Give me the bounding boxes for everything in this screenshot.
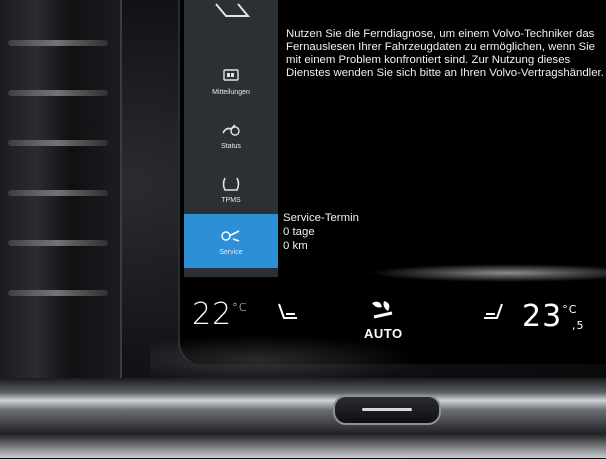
tire-pressure-icon <box>222 177 240 191</box>
home-button[interactable] <box>333 395 441 425</box>
driver-temperature[interactable]: 22°C <box>192 297 247 332</box>
passenger-temperature[interactable]: 23°C ,5 <box>522 299 584 334</box>
sidebar-item-tpms[interactable]: TPMS <box>184 162 278 216</box>
service-wrench-icon <box>221 229 240 242</box>
sidebar-item-mitteilungen[interactable]: Mitteilungen <box>184 54 278 108</box>
passenger-temp-value: 23 <box>522 299 563 334</box>
dashboard-chrome-trim <box>0 378 606 458</box>
service-days: 0 tage <box>283 226 315 238</box>
driver-temp-value: 22 <box>192 297 233 332</box>
passenger-temp-decimal: ,5 <box>572 319 585 332</box>
screen-reflection <box>150 335 420 385</box>
air-vent-left <box>0 0 122 380</box>
car-icon[interactable] <box>212 0 252 20</box>
driver-temp-unit: °C <box>232 301 248 314</box>
home-bar-icon <box>362 408 412 411</box>
passenger-seat-heat-icon[interactable] <box>480 300 506 324</box>
service-appointment: Service-Termin 0 tage 0 km <box>283 211 359 253</box>
sidebar-item-status[interactable]: Status <box>184 108 278 162</box>
passenger-temp-unit: °C <box>562 303 578 316</box>
sidebar-item-service[interactable]: Service <box>184 214 278 268</box>
status-icon <box>222 123 240 136</box>
sidebar-item-label: Service <box>219 248 243 256</box>
remote-diagnosis-info: Nutzen Sie die Ferndiagnose, um einem Vo… <box>286 28 604 79</box>
fan-icon[interactable] <box>366 297 400 325</box>
service-distance: 0 km <box>283 240 308 252</box>
driver-seat-heat-icon[interactable] <box>275 300 301 324</box>
sidebar-item-label: Mitteilungen <box>212 88 250 96</box>
sidebar-item-label: Status <box>221 142 241 150</box>
messages-icon <box>223 68 239 81</box>
sidebar-item-label: TPMS <box>221 196 241 204</box>
sidebar: Mitteilungen Status TPMS Service <box>184 0 278 277</box>
infotainment-screen: Mitteilungen Status TPMS Service Nutzen … <box>178 0 606 364</box>
service-title: Service-Termin <box>283 212 359 224</box>
